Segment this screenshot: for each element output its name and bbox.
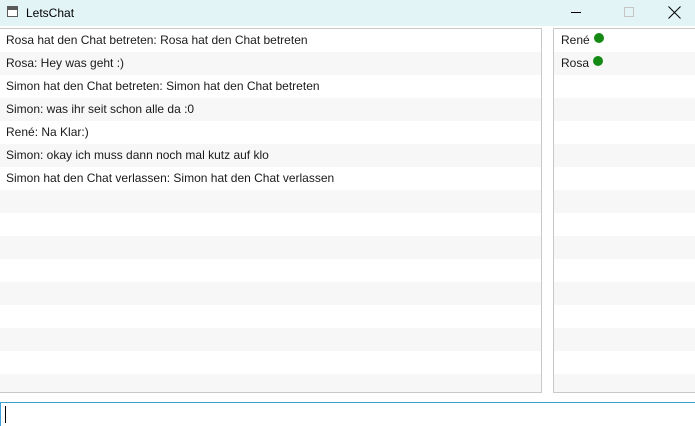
user-name: Rosa <box>561 56 590 70</box>
online-status-icon <box>593 56 604 66</box>
message-item[interactable]: Rosa: Hey was geht :) <box>0 52 541 75</box>
message-input[interactable] <box>0 402 695 426</box>
minimize-icon <box>571 12 581 13</box>
text-cursor <box>5 406 6 423</box>
maximize-button[interactable] <box>604 0 650 26</box>
close-button[interactable] <box>650 0 695 26</box>
close-icon <box>668 6 681 19</box>
user-list-background <box>554 29 695 392</box>
user-item[interactable]: Rosa <box>554 52 695 75</box>
user-item[interactable]: René <box>554 29 695 52</box>
message-item[interactable]: René: Na Klar:) <box>0 121 541 144</box>
message-item[interactable]: Rosa hat den Chat betreten: Rosa hat den… <box>0 29 541 52</box>
message-list[interactable]: Rosa hat den Chat betreten: Rosa hat den… <box>0 28 542 393</box>
chat-window: LetsChat Rosa hat den Chat betreten: Ros… <box>0 0 695 426</box>
minimize-button[interactable] <box>552 0 598 26</box>
message-item[interactable]: Simon: okay ich muss dann noch mal kutz … <box>0 144 541 167</box>
window-icon <box>7 6 18 17</box>
online-status-icon <box>593 33 604 43</box>
message-item[interactable]: Simon hat den Chat betreten: Simon hat d… <box>0 75 541 98</box>
user-list[interactable]: René Rosa <box>553 28 695 393</box>
message-item[interactable]: Simon hat den Chat verlassen: Simon hat … <box>0 167 541 190</box>
message-item[interactable]: Simon: was ihr seit schon alle da :0 <box>0 98 541 121</box>
maximize-icon <box>624 7 634 17</box>
title-bar[interactable]: LetsChat <box>0 0 695 26</box>
window-title: LetsChat <box>26 6 75 20</box>
user-name: René <box>561 33 590 47</box>
